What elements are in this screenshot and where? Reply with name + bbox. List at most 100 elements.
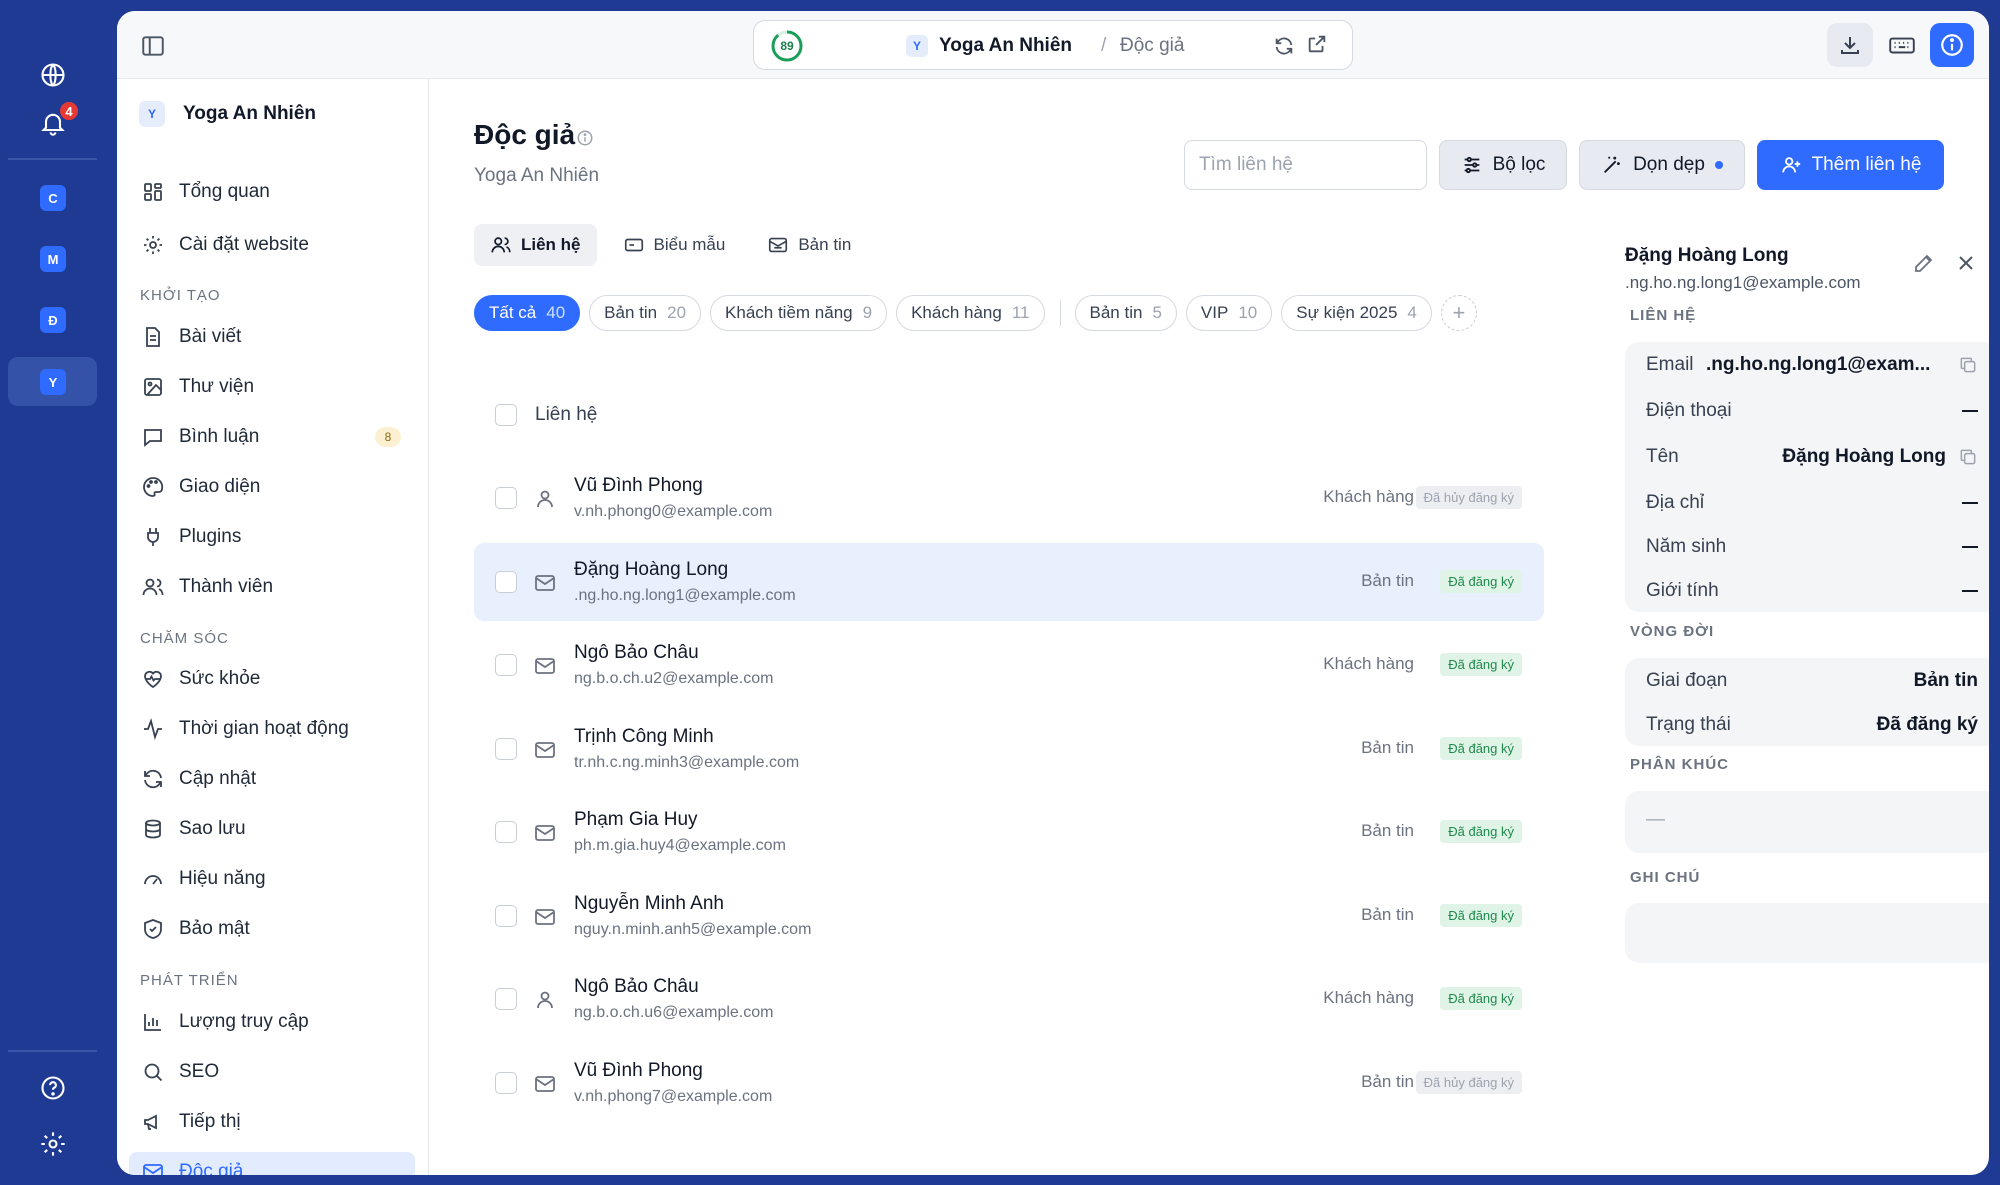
- chip-segment-event-2025[interactable]: Sự kiện 2025 4: [1281, 295, 1432, 331]
- sidebar-item-website-settings[interactable]: Cài đặt website: [129, 225, 415, 265]
- contact-row[interactable]: Phạm Gia Huy ph.m.gia.huy4@example.com Bản…: [474, 793, 1544, 871]
- row-checkbox[interactable]: [495, 487, 517, 509]
- row-checkbox[interactable]: [495, 737, 517, 760]
- close-icon[interactable]: [1954, 251, 1978, 275]
- site-switch-y[interactable]: Y: [28, 357, 78, 407]
- url-site-name: Yoga An Nhiên: [939, 35, 1072, 56]
- field-label: Giới tính: [1646, 580, 1719, 601]
- sidebar-item-backup[interactable]: Sao lưu: [129, 809, 415, 849]
- contact-row[interactable]: Ngô Bảo Châu ng.b.o.ch.u6@example.com Khác…: [474, 960, 1544, 1038]
- sidebar-item-label: Bảo mật: [179, 918, 250, 939]
- gear-icon[interactable]: [28, 1119, 78, 1169]
- sidebar-item-audience[interactable]: Độc giả: [129, 1152, 415, 1175]
- sidebar-item-health[interactable]: Sức khỏe: [129, 659, 415, 699]
- info-icon[interactable]: [576, 129, 594, 147]
- chip-label: Khách tiềm năng: [725, 303, 853, 322]
- site-avatar: C: [40, 185, 66, 211]
- refresh-icon[interactable]: [1273, 35, 1295, 57]
- chip-count: 10: [1238, 303, 1258, 322]
- user-icon: [533, 988, 557, 1012]
- site-switch-d[interactable]: Đ: [28, 295, 78, 345]
- edit-icon[interactable]: [1912, 251, 1936, 275]
- sidebar-item-label: Tiếp thị: [179, 1111, 241, 1132]
- comment-icon: [144, 429, 162, 447]
- sidebar-item-traffic[interactable]: Lượng truy cập: [129, 1002, 415, 1042]
- field-label: Trạng thái: [1646, 714, 1731, 735]
- field-email: Email .ng.ho.ng.long1@exam...: [1646, 350, 1978, 380]
- status-badge: Đã đăng ký: [1440, 736, 1522, 760]
- sidebar-site-header[interactable]: Y Yoga An Nhiên: [139, 100, 316, 128]
- copy-icon[interactable]: [1958, 355, 1978, 375]
- sidebar-toggle-icon[interactable]: [140, 33, 166, 59]
- newsletter-icon: [769, 237, 788, 253]
- notification-badge: 4: [58, 100, 80, 122]
- globe-icon[interactable]: [28, 50, 78, 100]
- contact-row[interactable]: Nguyễn Minh Anh nguy.n.minh.anh5@example.…: [474, 877, 1544, 955]
- contact-row[interactable]: Ngô Bảo Châu ng.b.o.ch.u2@example.com Khác…: [474, 626, 1544, 704]
- sidebar-item-updates[interactable]: Cập nhật: [129, 759, 415, 799]
- chip-segment-vip[interactable]: VIP 10: [1185, 295, 1273, 331]
- field-label: Email: [1646, 354, 1694, 375]
- search-icon: [144, 1063, 163, 1082]
- sidebar-item-label: Hiệu năng: [179, 868, 266, 889]
- sidebar-item-library[interactable]: Thư viện: [129, 367, 415, 407]
- add-segment-button[interactable]: +: [1440, 295, 1477, 331]
- contact-name: Ngô Bảo Châu: [574, 642, 699, 663]
- tab-newsletter[interactable]: Bản tin: [751, 224, 867, 266]
- chip-customers[interactable]: Khách hàng 11: [896, 295, 1045, 331]
- row-checkbox[interactable]: [495, 821, 517, 843]
- sidebar-item-posts[interactable]: Bài viết: [129, 317, 415, 357]
- contact-row[interactable]: Đặng Hoàng Long .ng.ho.ng.long1@example.c…: [474, 542, 1544, 621]
- url-separator: /: [1101, 35, 1107, 56]
- chip-label: Sự kiện 2025: [1296, 303, 1398, 322]
- sidebar-item-comments[interactable]: Bình luận 8: [129, 417, 415, 457]
- sidebar-item-security[interactable]: Bảo mật: [129, 909, 415, 949]
- chip-leads[interactable]: Khách tiềm năng 9: [710, 295, 888, 331]
- site-switch-m[interactable]: M: [28, 234, 78, 284]
- content-tabs: Liên hệ Biểu mẫu Bản tin: [474, 224, 867, 266]
- section-title-lifecycle: VÒNG ĐỜI: [1630, 623, 1715, 640]
- site-switch-c[interactable]: C: [28, 173, 78, 223]
- sidebar-item-seo[interactable]: SEO: [129, 1052, 415, 1092]
- row-checkbox[interactable]: [495, 904, 517, 927]
- help-icon[interactable]: [28, 1063, 78, 1113]
- sidebar-item-marketing[interactable]: Tiếp thị: [129, 1102, 415, 1142]
- select-all-checkbox[interactable]: [495, 404, 517, 426]
- chip-all[interactable]: Tất cả 40: [474, 295, 581, 331]
- external-link-icon[interactable]: [1306, 33, 1328, 55]
- copy-icon[interactable]: [1958, 447, 1978, 467]
- sidebar-item-label: Bình luận: [179, 426, 260, 447]
- contact-name: Ngô Bảo Châu: [574, 976, 699, 997]
- section-title-notes: GHI CHÚ: [1630, 869, 1701, 886]
- tab-forms[interactable]: Biểu mẫu: [607, 224, 742, 266]
- contact-row[interactable]: Trịnh Công Minh tr.nh.c.ng.minh3@example.…: [474, 710, 1544, 788]
- activity-icon: [144, 717, 162, 741]
- sidebar-item-plugins[interactable]: Plugins: [129, 517, 415, 557]
- contact-search-input[interactable]: [1184, 140, 1427, 190]
- row-checkbox[interactable]: [495, 570, 517, 593]
- field-value: Bản tin: [1913, 670, 1978, 691]
- row-checkbox[interactable]: [495, 1071, 517, 1094]
- field-value: .ng.ho.ng.long1@exam...: [1706, 354, 1931, 375]
- filter-button[interactable]: Bộ lọc: [1439, 140, 1567, 190]
- notifications-button[interactable]: 4: [28, 98, 80, 148]
- notes-card[interactable]: [1625, 903, 1989, 963]
- tab-contacts[interactable]: Liên hệ: [474, 224, 597, 266]
- row-checkbox[interactable]: [495, 988, 517, 1010]
- sidebar: Y Yoga An Nhiên Tổng quan Cài đặt websit…: [117, 79, 429, 1175]
- sidebar-item-members[interactable]: Thành viên: [129, 567, 415, 607]
- chip-newsletter[interactable]: Bản tin 20: [589, 295, 702, 331]
- database-icon: [145, 819, 161, 839]
- row-checkbox[interactable]: [495, 654, 517, 676]
- sidebar-item-performance[interactable]: Hiệu năng: [129, 859, 415, 899]
- contact-type: Khách hàng: [1323, 487, 1414, 506]
- sidebar-item-uptime[interactable]: Thời gian hoạt động: [129, 709, 415, 749]
- address-bar[interactable]: 89 Y Yoga An Nhiên / Độc giả: [753, 20, 1353, 70]
- sidebar-item-appearance[interactable]: Giao diện: [129, 467, 415, 507]
- chip-segment-newsletter[interactable]: Bản tin 5: [1074, 295, 1177, 331]
- chip-count: 40: [546, 303, 566, 322]
- contact-row[interactable]: Vũ Đình Phong v.nh.phong0@example.com Khác…: [474, 459, 1544, 537]
- contact-row[interactable]: Vũ Đình Phong v.nh.phong7@example.com Bản …: [474, 1044, 1544, 1122]
- sidebar-item-overview[interactable]: Tổng quan: [129, 172, 415, 212]
- chip-label: Khách hàng: [911, 303, 1002, 322]
